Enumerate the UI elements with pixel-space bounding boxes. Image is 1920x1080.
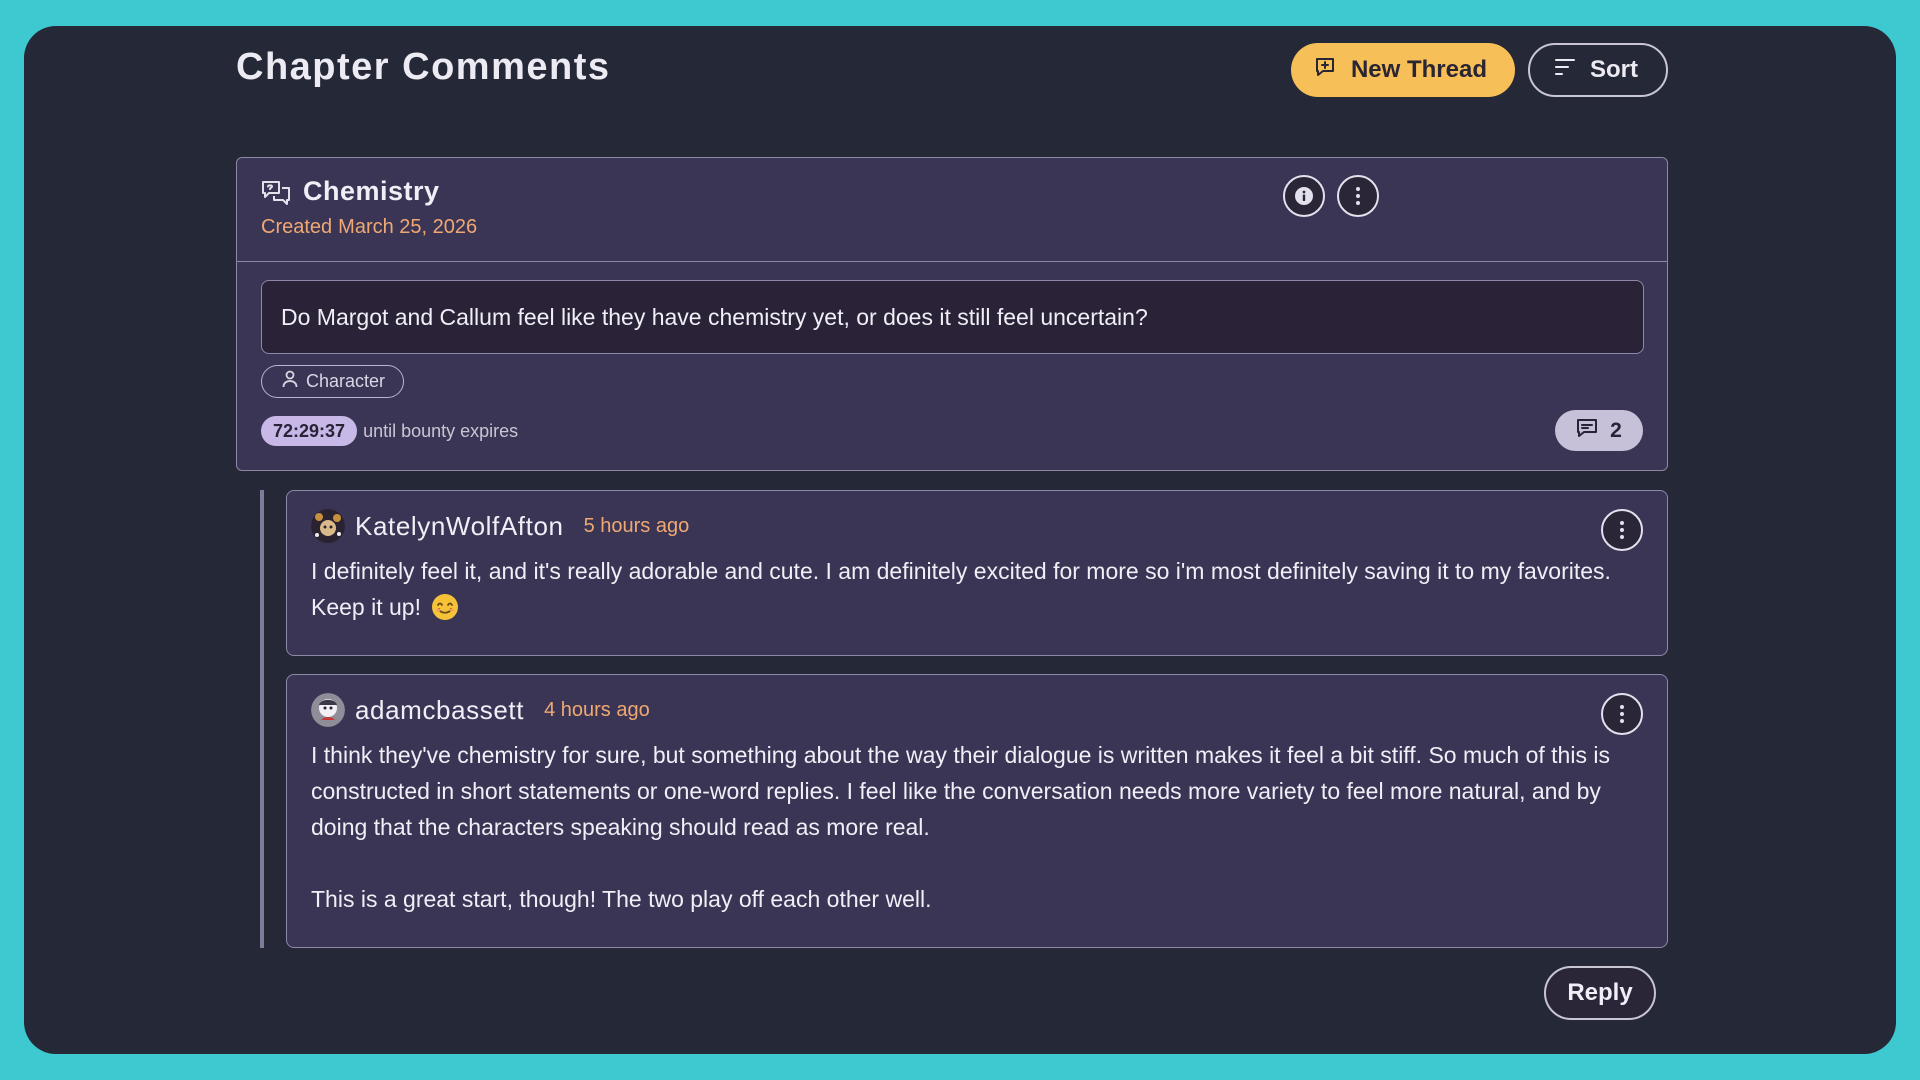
comment-timestamp: 4 hours ago (544, 698, 650, 721)
new-thread-label: New Thread (1350, 56, 1487, 83)
timer-label: until bounty expires (363, 420, 519, 441)
page-title: Chapter Comments (236, 46, 611, 88)
info-icon (1295, 187, 1313, 205)
comment-text: I think they've chemistry for sure, but … (311, 742, 1610, 840)
comment-count: 2 (1610, 418, 1622, 442)
comment-more-button[interactable] (1601, 693, 1643, 735)
new-comment-icon (1313, 55, 1337, 86)
reply-thread-line (260, 490, 264, 948)
comment-more-button[interactable] (1601, 509, 1643, 551)
reply-button[interactable]: Reply (1544, 966, 1656, 1020)
comment-header: KatelynWolfAfton 5 hours ago (311, 509, 689, 543)
avatar[interactable] (311, 509, 345, 543)
timer-badge: 72:29:37 (261, 416, 358, 446)
username[interactable]: adamcbassett (355, 695, 524, 726)
thread-question: Do Margot and Callum feel like they have… (261, 280, 1644, 354)
comment-card: adamcbassett 4 hours ago I think they've… (286, 674, 1668, 948)
comment-text: I definitely feel it, and it's really ad… (311, 558, 1611, 620)
bounty-timer: 72:29:37 until bounty expires (261, 416, 518, 446)
new-thread-button[interactable]: New Thread (1290, 43, 1515, 97)
comments-panel: Chapter Comments New Thread Sort Chemist… (236, 26, 1668, 1054)
comment-icon (1576, 418, 1598, 444)
more-vertical-icon (1356, 187, 1360, 205)
app-frame: Chapter Comments New Thread Sort Chemist… (24, 26, 1896, 1054)
thread-header: Chemistry Created March 25, 2026 (237, 158, 1667, 262)
thread-created-date: Created March 25, 2026 (261, 216, 478, 238)
username[interactable]: KatelynWolfAfton (355, 511, 564, 542)
comment-timestamp: 5 hours ago (583, 514, 690, 537)
more-vertical-icon (1620, 521, 1624, 539)
thread-more-button[interactable] (1337, 175, 1379, 217)
avatar[interactable] (311, 693, 345, 727)
comment-text: This is a great start, though! The two p… (311, 886, 932, 912)
sort-label: Sort (1590, 56, 1638, 83)
tag-label: Character (306, 371, 386, 391)
comment-count-button[interactable]: 2 (1555, 410, 1643, 451)
person-icon (282, 370, 298, 393)
smiling-face-emoji-icon (431, 593, 459, 621)
comment-body: I think they've chemistry for sure, but … (311, 737, 1643, 917)
comment-header: adamcbassett 4 hours ago (311, 693, 650, 727)
tag-character[interactable]: Character (261, 365, 405, 398)
comment-card: KatelynWolfAfton 5 hours ago I definitel… (286, 490, 1668, 656)
sort-button[interactable]: Sort (1528, 43, 1668, 97)
top-actions: New Thread Sort (1290, 43, 1668, 97)
sort-icon (1554, 56, 1576, 84)
more-vertical-icon (1620, 705, 1624, 723)
thread-card: Chemistry Created March 25, 2026 Do Marg… (236, 157, 1668, 471)
thread-title: Chemistry (303, 176, 440, 206)
thread-info-button[interactable] (1283, 175, 1325, 217)
discussion-icon (261, 180, 291, 213)
comment-body: I definitely feel it, and it's really ad… (311, 553, 1643, 625)
